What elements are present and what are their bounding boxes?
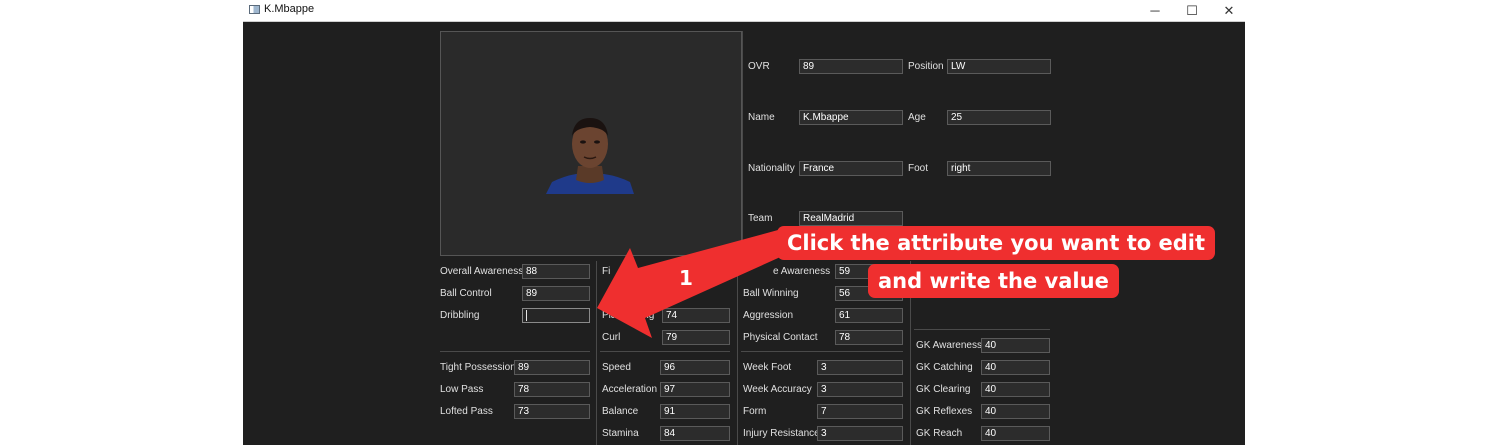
acceleration-field[interactable]: 97 <box>660 382 730 397</box>
nationality-field[interactable]: France <box>799 161 903 176</box>
close-button[interactable]: ✕ <box>1211 0 1245 21</box>
divider <box>737 261 738 445</box>
overall-awareness-field[interactable]: 88 <box>522 264 590 279</box>
physical-contact-label: Physical Contact <box>743 332 818 343</box>
form-field[interactable]: 7 <box>817 404 903 419</box>
injury-resistance-field[interactable]: 3 <box>817 426 903 441</box>
speed-label: Speed <box>602 362 631 373</box>
instruction-callout-line-1: Click the attribute you want to edit <box>777 226 1215 260</box>
dribbling-field[interactable] <box>522 308 590 323</box>
gk-awareness-field[interactable]: 40 <box>981 338 1050 353</box>
age-field[interactable]: 25 <box>947 110 1051 125</box>
maximize-button[interactable]: ☐ <box>1174 0 1210 21</box>
curl-field[interactable]: 79 <box>662 330 730 345</box>
app-window: K.Mbappe ─ ☐ ✕ OVR 89 Position LW Name K… <box>243 0 1245 445</box>
tight-possession-label: Tight Possession <box>440 362 516 373</box>
title-bar: K.Mbappe ─ ☐ ✕ <box>243 0 1245 22</box>
gk-clearing-label: GK Clearing <box>916 384 971 395</box>
acceleration-label: Acceleration <box>602 384 658 395</box>
divider <box>600 351 730 352</box>
finishing-label: Fi <box>602 266 611 277</box>
player-photo-frame <box>440 31 742 256</box>
week-accuracy-field[interactable]: 3 <box>817 382 903 397</box>
placekicking-label-start: Pla <box>602 310 617 321</box>
gk-awareness-label: GK Awareness <box>916 340 982 351</box>
divider <box>596 261 597 445</box>
gk-catching-label: GK Catching <box>916 362 973 373</box>
position-field[interactable]: LW <box>947 59 1051 74</box>
balance-label: Balance <box>602 406 639 417</box>
overall-awareness-label: Overall Awareness <box>440 266 524 277</box>
divider <box>742 31 743 261</box>
gk-clearing-field[interactable]: 40 <box>981 382 1050 397</box>
nationality-label: Nationality <box>748 163 795 174</box>
instruction-callout-line-2: and write the value <box>868 264 1119 298</box>
team-field[interactable]: RealMadrid <box>799 211 903 226</box>
divider <box>741 351 903 352</box>
gk-catching-field[interactable]: 40 <box>981 360 1050 375</box>
ball-control-field[interactable]: 89 <box>522 286 590 301</box>
gk-reach-field[interactable]: 40 <box>981 426 1050 441</box>
aggression-field[interactable]: 61 <box>835 308 903 323</box>
ovr-label: OVR <box>748 61 770 72</box>
foot-label: Foot <box>908 163 929 174</box>
aggression-label: Aggression <box>743 310 794 321</box>
position-label: Position <box>908 61 944 72</box>
curl-label: Curl <box>602 332 621 343</box>
app-icon <box>249 5 260 14</box>
name-label: Name <box>748 112 775 123</box>
tight-possession-field[interactable]: 89 <box>514 360 590 375</box>
foot-field[interactable]: right <box>947 161 1051 176</box>
form-label: Form <box>743 406 767 417</box>
gk-reflexes-field[interactable]: 40 <box>981 404 1050 419</box>
name-field[interactable]: K.Mbappe <box>799 110 903 125</box>
stamina-field[interactable]: 84 <box>660 426 730 441</box>
step-number: 1 <box>679 266 693 290</box>
team-label: Team <box>748 213 773 224</box>
low-pass-field[interactable]: 78 <box>514 382 590 397</box>
placekicking-field[interactable]: 74 <box>662 308 730 323</box>
week-foot-field[interactable]: 3 <box>817 360 903 375</box>
player-photo <box>546 118 634 194</box>
week-accuracy-label: Week Accuracy <box>743 384 812 395</box>
injury-resistance-label: Injury Resistance <box>743 428 820 439</box>
low-pass-label: Low Pass <box>440 384 484 395</box>
gk-reach-label: GK Reach <box>916 428 963 439</box>
physical-contact-field[interactable]: 78 <box>835 330 903 345</box>
ovr-field[interactable]: 89 <box>799 59 903 74</box>
week-foot-label: Week Foot <box>743 362 792 373</box>
lofted-pass-label: Lofted Pass <box>440 406 493 417</box>
balance-field[interactable]: 91 <box>660 404 730 419</box>
text-cursor <box>526 309 527 321</box>
divider <box>440 351 590 352</box>
speed-field[interactable]: 96 <box>660 360 730 375</box>
defensive-awareness-label: e Awareness <box>773 266 831 277</box>
placekicking-label-end: ing <box>641 310 655 321</box>
lofted-pass-field[interactable]: 73 <box>514 404 590 419</box>
minimize-button[interactable]: ─ <box>1137 0 1173 21</box>
divider <box>914 329 1050 330</box>
ball-winning-label: Ball Winning <box>743 288 799 299</box>
window-title: K.Mbappe <box>264 3 315 15</box>
dribbling-label: Dribbling <box>440 310 480 321</box>
stamina-label: Stamina <box>602 428 639 439</box>
ball-control-label: Ball Control <box>440 288 492 299</box>
gk-reflexes-label: GK Reflexes <box>916 406 973 417</box>
age-label: Age <box>908 112 926 123</box>
